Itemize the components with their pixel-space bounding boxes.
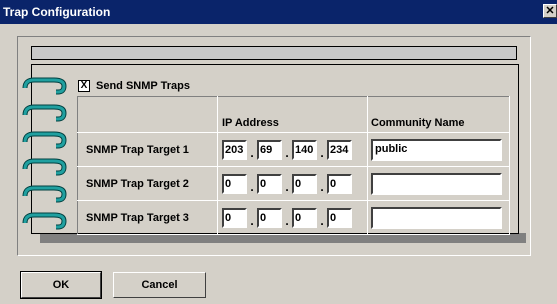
ip-separator: . [320,179,324,194]
binder-ring-icon [22,77,67,95]
community-cell [367,200,510,235]
table-row: SNMP Trap Target 3 0. 0. 0. 0 [77,200,510,235]
ip-address-field: 203. 69. 140. 234 [217,132,368,167]
ip-octet-input[interactable]: 234 [327,139,352,160]
ip-octet-input[interactable]: 0 [257,173,282,194]
notebook-back-page [31,46,517,60]
trap-targets-table: IP Address Community Name SNMP Trap Targ… [77,96,510,235]
ip-octet-input[interactable]: 0 [222,173,247,194]
ip-separator: . [285,179,289,194]
ip-octet-input[interactable]: 0 [222,207,247,228]
ip-address-header: IP Address [217,96,368,133]
binder-ring-icon [22,185,67,203]
close-icon[interactable]: ✕ [543,4,557,18]
ip-octet-input[interactable]: 203 [222,139,247,160]
community-cell: public [367,132,510,167]
target-label: SNMP Trap Target 2 [77,166,218,201]
ip-octet-input[interactable]: 0 [327,207,352,228]
send-traps-label: Send SNMP Traps [96,80,190,92]
ip-separator: . [250,145,254,160]
binder-ring-icon [22,131,67,149]
ip-separator: . [250,213,254,228]
community-name-input[interactable] [371,172,502,195]
community-name-input[interactable]: public [371,138,502,161]
binder-ring-icon [22,104,67,122]
ip-separator: . [250,179,254,194]
ip-octet-input[interactable]: 0 [292,207,317,228]
binder-rings [22,77,67,230]
table-row: SNMP Trap Target 1 203. 69. 140. 234 pub… [77,132,510,167]
title-bar: Trap Configuration ✕ [0,0,557,24]
target-label: SNMP Trap Target 3 [77,200,218,235]
ip-address-field: 0. 0. 0. 0 [217,200,368,235]
ok-button[interactable]: OK [20,271,102,299]
target-label: SNMP Trap Target 1 [77,132,218,167]
community-name-header: Community Name [367,96,510,133]
table-header-row: IP Address Community Name [77,96,510,133]
send-traps-checkbox[interactable]: X [78,80,90,92]
cancel-button[interactable]: Cancel [113,272,206,298]
community-name-input[interactable] [371,206,502,229]
binder-ring-icon [22,158,67,176]
ip-octet-input[interactable]: 0 [257,207,282,228]
ip-octet-input[interactable]: 0 [327,173,352,194]
ip-octet-input[interactable]: 0 [292,173,317,194]
table-row: SNMP Trap Target 2 0. 0. 0. 0 [77,166,510,201]
ip-separator: . [285,145,289,160]
ip-separator: . [320,213,324,228]
send-traps-option[interactable]: X Send SNMP Traps [78,80,190,92]
ip-address-field: 0. 0. 0. 0 [217,166,368,201]
binder-ring-icon [22,212,67,230]
ip-separator: . [320,145,324,160]
window-title: Trap Configuration [3,5,111,19]
community-cell [367,166,510,201]
ip-octet-input[interactable]: 140 [292,139,317,160]
ip-separator: . [285,213,289,228]
header-blank-cell [77,96,218,133]
ip-octet-input[interactable]: 69 [257,139,282,160]
